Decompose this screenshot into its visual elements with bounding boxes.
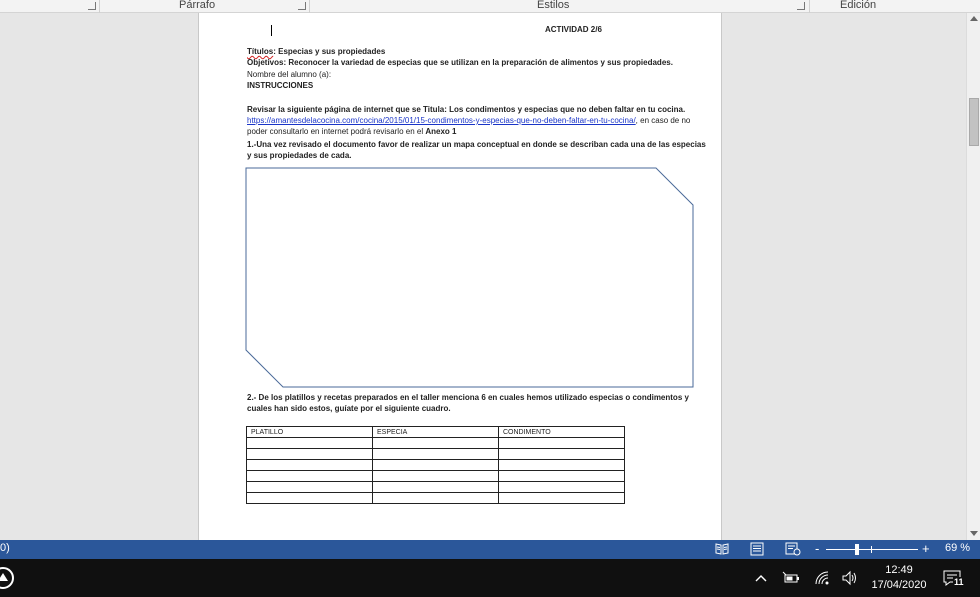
chevron-up-icon[interactable] — [752, 569, 770, 587]
ribbon-separator — [99, 0, 100, 13]
document-area[interactable]: ACTIVIDAD 2/6 Títulos: Especias y sus pr… — [0, 13, 966, 540]
ribbon-group-labels: Párrafo Estilos Edición — [0, 0, 980, 13]
notification-count: 11 — [953, 577, 965, 587]
paragraph-dialog-launcher[interactable] — [298, 2, 306, 10]
table-cell[interactable] — [372, 459, 499, 471]
table-header-cell[interactable]: PLATILLO — [246, 426, 373, 438]
table-cell[interactable] — [372, 492, 499, 504]
table-cell[interactable] — [372, 481, 499, 493]
table-header-cell[interactable]: CONDIMENTO — [498, 426, 625, 438]
ribbon-group-paragraph: Párrafo — [179, 0, 216, 11]
read-mode-icon[interactable] — [714, 542, 730, 556]
scroll-up-icon[interactable] — [970, 16, 978, 21]
zoom-out-button[interactable]: - — [815, 541, 819, 557]
status-bar: 0) - + 69 % — [0, 540, 980, 559]
table-cell[interactable] — [246, 492, 373, 504]
styles-dialog-launcher[interactable] — [797, 2, 805, 10]
scroll-down-icon[interactable] — [970, 531, 978, 536]
table-cell[interactable] — [246, 459, 373, 471]
ribbon-group-styles: Estilos — [537, 0, 570, 11]
title-line: Títulos: Especias y sus propiedades — [247, 46, 709, 57]
zoom-in-button[interactable]: + — [922, 541, 930, 557]
table-row — [246, 459, 625, 471]
table-cell[interactable] — [498, 459, 625, 471]
table-cell[interactable] — [372, 448, 499, 460]
table-cell[interactable] — [498, 492, 625, 504]
student-name-line: Nombre del alumno (a): — [247, 70, 332, 79]
table-cell[interactable] — [246, 437, 373, 449]
table-row — [246, 492, 625, 504]
dishes-table[interactable]: PLATILLO ESPECIA CONDIMENTO — [246, 426, 625, 504]
table-cell[interactable] — [246, 448, 373, 460]
zoom-slider-knob[interactable] — [855, 544, 859, 555]
taskbar: 12:49 17/04/2020 11 — [0, 559, 980, 597]
document-page[interactable]: ACTIVIDAD 2/6 Títulos: Especias y sus pr… — [198, 13, 722, 540]
clock[interactable]: 12:49 17/04/2020 — [866, 563, 932, 593]
status-left-text: 0) — [0, 542, 10, 554]
speaker-icon[interactable] — [841, 569, 859, 587]
concept-map-shape[interactable] — [245, 167, 697, 389]
ribbon-separator — [309, 0, 310, 13]
table-row — [246, 470, 625, 482]
table-row — [246, 437, 625, 449]
table-cell[interactable] — [246, 470, 373, 482]
activity-header: ACTIVIDAD 2/6 — [545, 25, 602, 34]
start-icon[interactable] — [0, 567, 14, 589]
web-layout-icon[interactable] — [785, 542, 801, 556]
table-row — [246, 481, 625, 493]
web-link[interactable]: https://amantesdelacocina.com/cocina/201… — [247, 116, 636, 125]
title-text: : Especias y sus propiedades — [273, 47, 386, 56]
scrollbar-thumb[interactable] — [969, 98, 979, 146]
table-cell[interactable] — [498, 481, 625, 493]
wifi-icon[interactable] — [813, 569, 831, 587]
text-cursor — [271, 25, 272, 36]
vertical-scrollbar[interactable] — [966, 13, 980, 540]
question-1: 1.-Una vez revisado el documento favor d… — [247, 140, 706, 160]
objectives-label: Objetivos: — [247, 58, 287, 67]
print-layout-icon[interactable] — [749, 542, 765, 556]
table-cell[interactable] — [246, 481, 373, 493]
action-center-icon[interactable]: 11 — [942, 569, 965, 587]
clock-date: 17/04/2020 — [871, 579, 927, 591]
table-cell[interactable] — [498, 437, 625, 449]
table-cell[interactable] — [372, 437, 499, 449]
font-dialog-launcher[interactable] — [88, 2, 96, 10]
table-header-row: PLATILLO ESPECIA CONDIMENTO — [246, 426, 625, 438]
table-cell[interactable] — [498, 448, 625, 460]
review-paragraph: Revisar la siguiente página de internet … — [247, 105, 686, 114]
zoom-level[interactable]: 69 % — [945, 542, 970, 554]
annex-reference: Anexo 1 — [425, 127, 457, 136]
battery-icon[interactable] — [782, 569, 800, 587]
zoom-slider[interactable] — [826, 544, 918, 555]
table-cell[interactable] — [498, 470, 625, 482]
link-paragraph: https://amantesdelacocina.com/cocina/201… — [247, 115, 709, 137]
table-cell[interactable] — [372, 470, 499, 482]
clock-time: 12:49 — [885, 564, 913, 576]
table-header-cell[interactable]: ESPECIA — [372, 426, 499, 438]
ribbon-group-editing: Edición — [840, 0, 877, 11]
title-label: Títulos — [247, 47, 274, 56]
ribbon-separator — [809, 0, 810, 13]
question-2: 2.- De los platillos y recetas preparado… — [247, 393, 689, 413]
table-row — [246, 448, 625, 460]
instructions-heading: INSTRUCCIONES — [247, 81, 314, 90]
objectives-text: Reconocer la variedad de especias que se… — [286, 58, 673, 67]
objectives-line: Objetivos: Reconocer la variedad de espe… — [247, 57, 709, 68]
zoom-slider-center-mark — [871, 546, 872, 553]
